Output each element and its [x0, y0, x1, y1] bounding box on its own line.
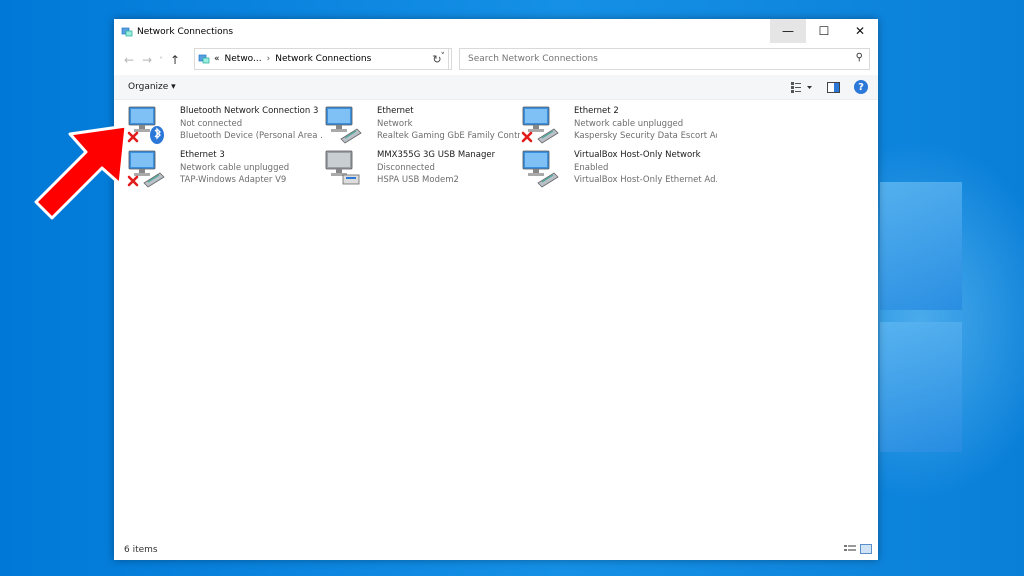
search-input[interactable] [466, 53, 850, 65]
connection-name: Ethernet 2 [574, 106, 619, 116]
search-icon[interactable]: ⚲ [856, 52, 863, 63]
change-view-icon[interactable] [791, 81, 813, 93]
connection-adapter: VirtualBox Host-Only Ethernet Ad... [574, 175, 717, 185]
breadcrumb-network[interactable]: Netwo... [225, 54, 262, 64]
connection-status: Network [377, 118, 413, 129]
up-arrow-icon[interactable]: ↑ [166, 53, 184, 67]
connection-item-ethernet-2[interactable]: Ethernet 2 Network cable unplugged Kaspe… [520, 105, 717, 145]
breadcrumb-network-connections[interactable]: Network Connections [275, 54, 371, 64]
address-row: ← → ˅ ↑ « Netwo... › Network Connections… [114, 45, 878, 75]
command-bar: Organize ▾ ? [114, 75, 878, 100]
item-count: 6 items [124, 545, 158, 555]
network-folder-icon [121, 27, 133, 37]
connection-adapter: Bluetooth Device (Personal Area ... [180, 131, 323, 141]
wallpaper-logo-pane [880, 322, 962, 452]
breadcrumb-separator-icon[interactable]: › [267, 54, 271, 64]
ethernet-network-icon [520, 105, 560, 145]
connection-name: MMX355G 3G USB Manager [377, 150, 496, 160]
details-view-icon[interactable] [844, 544, 856, 554]
connection-item-ethernet[interactable]: Ethernet Network Realtek Gaming GbE Fami… [323, 105, 520, 145]
title-bar[interactable]: Network Connections — ☐ ✕ [114, 19, 878, 45]
minimize-button[interactable]: — [770, 19, 806, 43]
search-box[interactable]: ⚲ [459, 48, 870, 70]
ethernet-network-icon [520, 149, 560, 189]
network-connections-window: Network Connections — ☐ ✕ ← → ˅ ↑ « Netw… [114, 19, 878, 560]
connection-item-mmx355g-3g-usb-manager[interactable]: MMX355G 3G USB Manager Disconnected HSPA… [323, 149, 520, 189]
connection-adapter: Kaspersky Security Data Escort Ad... [574, 131, 717, 141]
maximize-button[interactable]: ☐ [806, 19, 842, 43]
connection-item-bluetooth-network-connection-3[interactable]: Bluetooth Network Connection 3 Not conne… [126, 105, 323, 145]
help-icon[interactable]: ? [854, 80, 868, 94]
connection-item-ethernet-3[interactable]: Ethernet 3 Network cable unplugged TAP-W… [126, 149, 323, 189]
large-icons-view-icon[interactable] [860, 544, 872, 554]
status-bar: 6 items [114, 540, 878, 560]
connection-status: Not connected [180, 118, 243, 129]
connection-status: Enabled [574, 162, 609, 173]
modem-network-icon [323, 149, 363, 189]
connection-name: Ethernet [377, 106, 414, 116]
connection-status: Disconnected [377, 162, 435, 173]
red-arrow-annotation [34, 124, 128, 220]
connection-adapter: HSPA USB Modem2 [377, 175, 459, 185]
connection-adapter: Realtek Gaming GbE Family Contr... [377, 131, 520, 141]
network-folder-icon [198, 54, 210, 64]
breadcrumb-overflow[interactable]: « [214, 54, 220, 64]
ethernet-network-icon [323, 105, 363, 145]
window-title: Network Connections [137, 27, 234, 37]
connection-name: VirtualBox Host-Only Network [574, 150, 701, 160]
close-button[interactable]: ✕ [842, 19, 878, 43]
connection-adapter: TAP-Windows Adapter V9 [180, 175, 287, 185]
recent-locations-chevron-icon[interactable]: ˅ [156, 56, 166, 65]
forward-arrow-icon[interactable]: → [138, 53, 156, 67]
connection-name: Bluetooth Network Connection 3 [180, 106, 319, 116]
connection-status: Network cable unplugged [574, 118, 684, 129]
back-arrow-icon[interactable]: ← [120, 53, 138, 67]
connections-list: Bluetooth Network Connection 3 Not conne… [114, 100, 878, 540]
connection-status: Network cable unplugged [180, 162, 290, 173]
address-bar[interactable]: « Netwo... › Network Connections ˅ [194, 48, 452, 70]
refresh-button[interactable]: ↻ [426, 48, 449, 70]
connection-item-virtualbox-host-only-network[interactable]: VirtualBox Host-Only Network Enabled Vir… [520, 149, 717, 189]
organize-button[interactable]: Organize ▾ [128, 82, 176, 92]
wallpaper-logo-pane [880, 182, 962, 310]
connection-name: Ethernet 3 [180, 150, 225, 160]
preview-pane-icon[interactable] [827, 81, 840, 93]
